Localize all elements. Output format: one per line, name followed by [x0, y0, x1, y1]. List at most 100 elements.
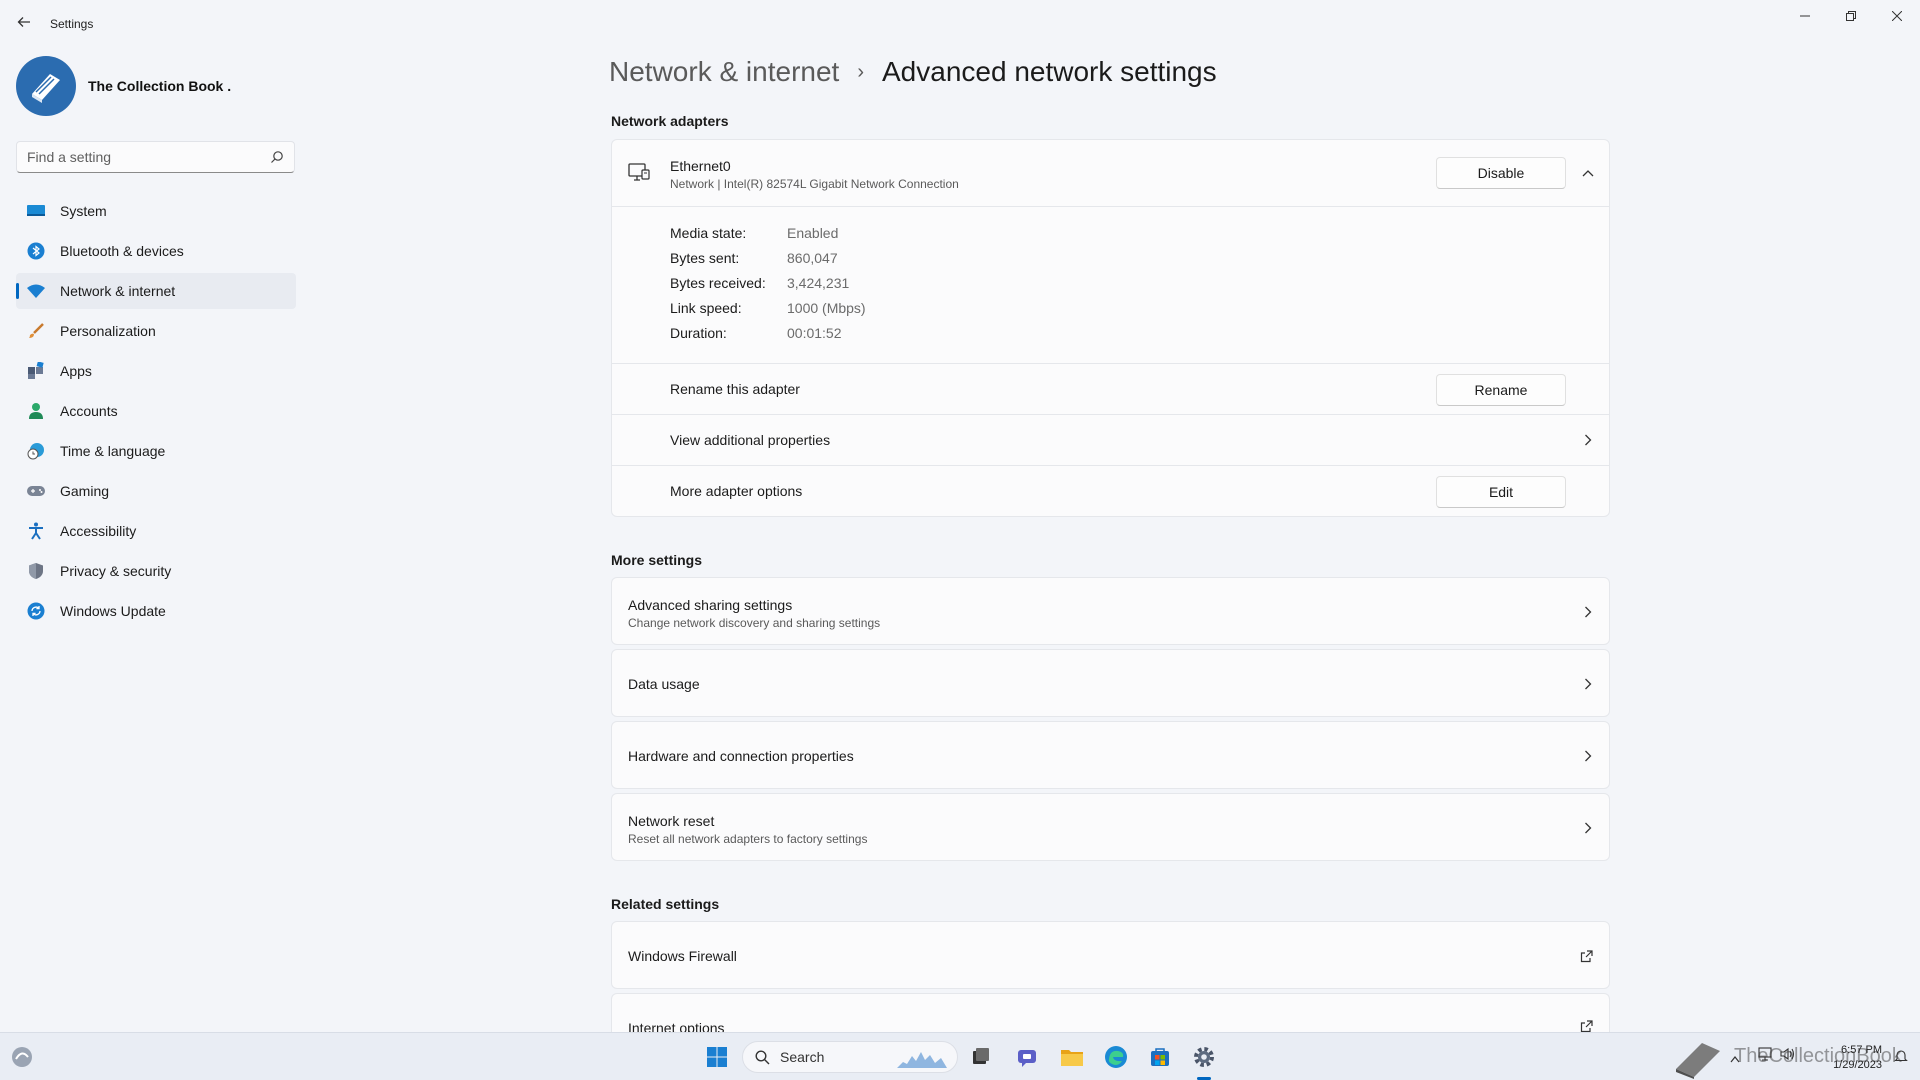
book-logo-icon	[1672, 1039, 1724, 1080]
accessibility-icon	[26, 521, 46, 541]
network-tray-icon[interactable]	[1758, 1047, 1774, 1066]
disable-button[interactable]: Disable	[1436, 157, 1566, 189]
page-title: Advanced network settings	[882, 56, 1217, 87]
sidebar-nav: System Bluetooth & devices Network & int…	[16, 193, 296, 633]
windows-firewall-card[interactable]: Windows Firewall	[611, 921, 1610, 989]
widgets-icon[interactable]	[10, 1045, 34, 1069]
chevron-right-icon	[1580, 820, 1596, 836]
update-icon	[26, 601, 46, 621]
minimize-icon[interactable]	[1782, 0, 1828, 32]
person-icon	[26, 401, 46, 421]
adapter-name: Ethernet0	[670, 158, 731, 174]
file-explorer-icon[interactable]	[1058, 1043, 1086, 1071]
chevron-right-icon	[1580, 676, 1596, 692]
profile-name: The Collection Book .	[88, 78, 232, 94]
task-view-icon[interactable]	[967, 1043, 995, 1071]
more-adapter-options-row: More adapter options Edit	[612, 466, 1609, 517]
notification-icon[interactable]	[1894, 1049, 1908, 1068]
sidebar-item-label: Personalization	[60, 323, 156, 339]
rename-adapter-row: Rename this adapter Rename	[612, 364, 1609, 415]
taskbar: Search TheCollectionBook 6:57 PM 1/29/20…	[0, 1032, 1920, 1080]
stat-duration: Duration: 00:01:52	[670, 325, 842, 341]
avatar	[16, 56, 76, 116]
rename-adapter-label: Rename this adapter	[670, 381, 800, 397]
advanced-sharing-settings-card[interactable]: Advanced sharing settings Change network…	[611, 577, 1610, 645]
sidebar-item-time-language[interactable]: Time & language	[16, 433, 296, 469]
sidebar-item-system[interactable]: System	[16, 193, 296, 229]
sidebar-item-windows-update[interactable]: Windows Update	[16, 593, 296, 629]
shield-icon	[26, 561, 46, 581]
wifi-icon	[26, 281, 46, 301]
stat-bytes-received: Bytes received: 3,424,231	[670, 275, 849, 291]
section-title-network-adapters: Network adapters	[611, 113, 729, 129]
edge-browser-icon[interactable]	[1102, 1043, 1130, 1071]
external-link-icon	[1578, 948, 1594, 964]
adapter-stats: Media state: Enabled Bytes sent: 860,047 B…	[612, 207, 1609, 364]
setting-subtitle: Reset all network adapters to factory se…	[628, 832, 868, 846]
system-icon	[26, 201, 46, 221]
sidebar-item-gaming[interactable]: Gaming	[16, 473, 296, 509]
chevron-right-icon	[1580, 748, 1596, 764]
bluetooth-icon	[26, 241, 46, 261]
stat-value: 00:01:52	[787, 325, 842, 341]
internet-options-card[interactable]: Internet options	[611, 993, 1610, 1032]
setting-title: Advanced sharing settings	[628, 597, 793, 613]
stat-label: Link speed:	[670, 300, 742, 316]
external-link-icon	[1578, 1018, 1594, 1032]
sidebar-item-network[interactable]: Network & internet	[16, 273, 296, 309]
search-icon[interactable]	[270, 150, 284, 164]
network-reset-card[interactable]: Network reset Reset all network adapters…	[611, 793, 1610, 861]
search-input[interactable]	[27, 149, 270, 165]
close-icon[interactable]	[1874, 0, 1920, 32]
hardware-connection-properties-card[interactable]: Hardware and connection properties	[611, 721, 1610, 789]
clock-date: 1/29/2023	[1833, 1059, 1882, 1071]
stat-value: 1000 (Mbps)	[787, 300, 866, 316]
data-usage-card[interactable]: Data usage	[611, 649, 1610, 717]
edit-button[interactable]: Edit	[1436, 476, 1566, 508]
profile[interactable]: The Collection Book .	[16, 56, 231, 116]
book-icon	[32, 74, 60, 103]
sidebar-item-label: Accessibility	[60, 523, 137, 539]
system-tray: TheCollectionBook 6:57 PM 1/29/2023	[1660, 1033, 1920, 1080]
sidebar-item-bluetooth[interactable]: Bluetooth & devices	[16, 233, 296, 269]
stat-value: 860,047	[787, 250, 838, 266]
taskbar-search[interactable]: Search	[742, 1041, 958, 1073]
sidebar-item-privacy[interactable]: Privacy & security	[16, 553, 296, 589]
stat-label: Bytes sent:	[670, 250, 740, 266]
teams-chat-icon[interactable]	[1013, 1043, 1041, 1071]
start-windows-icon[interactable]	[703, 1043, 731, 1071]
section-title-more-settings: More settings	[611, 552, 703, 568]
breadcrumb: Network & internet › Advanced network se…	[609, 56, 1217, 88]
taskbar-search-label: Search	[780, 1049, 825, 1065]
search-field[interactable]	[16, 141, 295, 173]
sidebar-item-personalization[interactable]: Personalization	[16, 313, 296, 349]
sidebar-item-label: Time & language	[60, 443, 166, 459]
more-adapter-options-label: More adapter options	[670, 483, 803, 499]
sidebar-item-apps[interactable]: Apps	[16, 353, 296, 389]
setting-title: Data usage	[628, 676, 700, 692]
microsoft-store-icon[interactable]	[1146, 1043, 1174, 1071]
back-arrow-icon[interactable]	[14, 12, 34, 32]
rename-button[interactable]: Rename	[1436, 374, 1566, 406]
chevron-up-tray-icon[interactable]	[1730, 1050, 1740, 1068]
breadcrumb-separator-icon: ›	[857, 60, 864, 83]
chevron-up-icon[interactable]	[1580, 165, 1596, 181]
stat-value: 3,424,231	[787, 275, 850, 291]
section-title-related-settings: Related settings	[611, 896, 720, 912]
sidebar-item-accessibility[interactable]: Accessibility	[16, 513, 296, 549]
stat-value: Enabled	[787, 225, 839, 241]
settings-gear-icon[interactable]	[1190, 1043, 1218, 1071]
clock[interactable]: 6:57 PM 1/29/2023	[1833, 1043, 1882, 1073]
sidebar-item-label: Apps	[60, 363, 92, 379]
sidebar-item-accounts[interactable]: Accounts	[16, 393, 296, 429]
search-highlight-icon	[897, 1052, 947, 1068]
view-additional-properties-row[interactable]: View additional properties	[612, 415, 1609, 466]
sidebar-item-label: Gaming	[60, 483, 110, 499]
volume-icon[interactable]	[1780, 1047, 1796, 1066]
search-icon	[755, 1049, 770, 1064]
setting-title: Internet options	[628, 1020, 725, 1032]
adapter-header[interactable]: Ethernet0 Network | Intel(R) 82574L Giga…	[612, 140, 1609, 207]
setting-title: Windows Firewall	[628, 948, 737, 964]
breadcrumb-parent-link[interactable]: Network & internet	[609, 56, 839, 88]
restore-icon[interactable]	[1828, 0, 1874, 32]
